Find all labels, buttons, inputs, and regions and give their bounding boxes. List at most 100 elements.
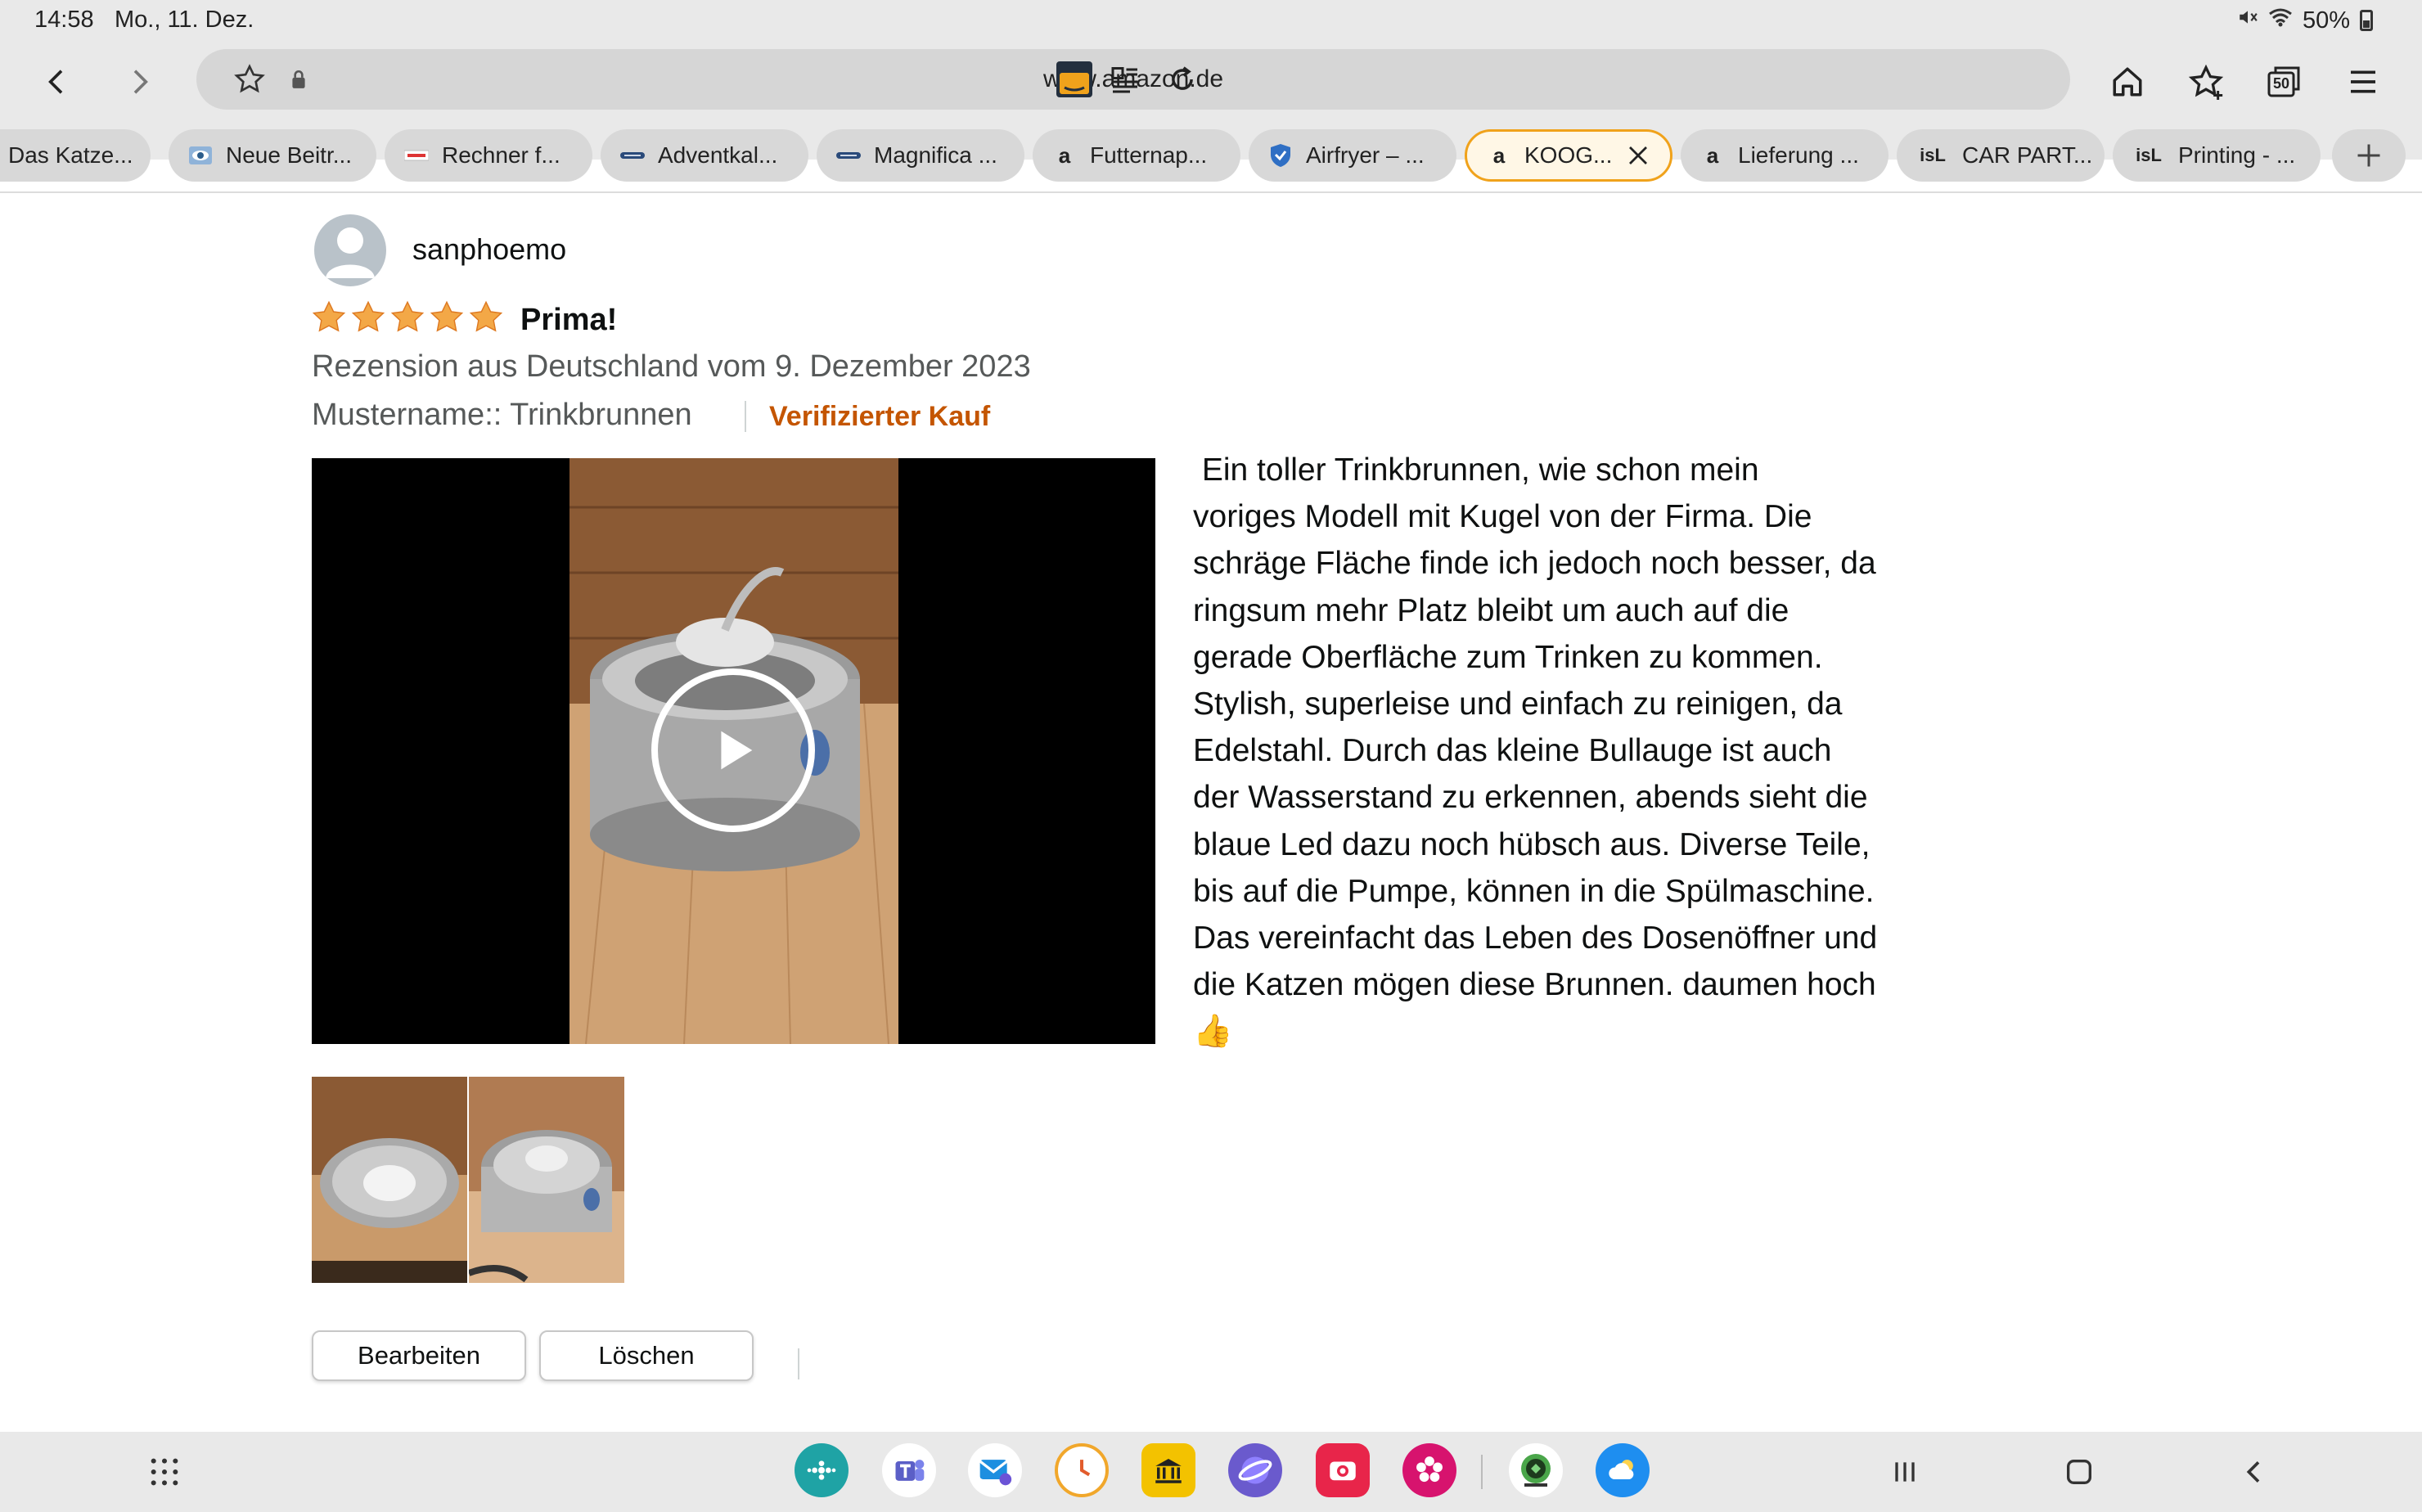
action-separator <box>798 1348 799 1379</box>
tabs-count: 50 <box>2273 75 2290 92</box>
tab-label: CAR PART... <box>1962 142 2093 168</box>
play-button[interactable] <box>651 668 815 832</box>
app-drawer-button[interactable] <box>144 1451 185 1492</box>
reviewer-name: sanphoemo <box>412 232 567 266</box>
shield-favicon-icon <box>1268 143 1293 168</box>
tab-label: Neue Beitr... <box>226 142 353 168</box>
tab-label: Rechner f... <box>442 142 560 168</box>
mute-icon <box>2237 7 2258 34</box>
fitbit-app-icon[interactable] <box>795 1443 849 1497</box>
home-button[interactable] <box>2103 57 2152 106</box>
clock-app-icon[interactable] <box>1055 1443 1109 1497</box>
battery-icon <box>2360 10 2373 31</box>
isl-favicon-icon: isL <box>1920 145 1946 165</box>
play-icon <box>721 731 753 770</box>
close-icon <box>1629 146 1647 164</box>
bank-app-icon[interactable] <box>1141 1443 1195 1497</box>
reload-icon <box>1172 66 1193 90</box>
back-button[interactable] <box>25 49 90 115</box>
home-nav-button[interactable] <box>2059 1451 2100 1492</box>
review-date: Rezension aus Deutschland vom 9. Dezembe… <box>312 349 1031 384</box>
tab-label: Magnifica ... <box>874 142 997 168</box>
tab-6[interactable]: Airfryer – ... <box>1249 129 1456 182</box>
status-date: Mo., 11. Dez. <box>115 7 254 33</box>
dash-favicon-icon <box>836 143 861 168</box>
dash-favicon-icon <box>620 143 645 168</box>
samsung-internet-app-icon[interactable] <box>1228 1443 1282 1497</box>
recent-apps-icon <box>1895 1462 1915 1482</box>
tab-0[interactable]: Das Katze... <box>0 129 151 182</box>
site-favicon-icon <box>404 143 429 168</box>
battery-level: 50% <box>2302 7 2350 34</box>
tabs-button[interactable]: 50 <box>2260 57 2309 106</box>
isl-favicon-icon: isL <box>2136 145 2162 165</box>
edit-review-button[interactable]: Bearbeiten <box>312 1330 526 1381</box>
star-filled-icon <box>390 300 425 332</box>
weather-app-icon[interactable] <box>1596 1443 1650 1497</box>
review-body-text: Ein toller Trinkbrunnen, wie schon mein … <box>1193 452 1878 1050</box>
tab-2[interactable]: Rechner f... <box>385 129 592 182</box>
delete-review-button[interactable]: Löschen <box>539 1330 754 1381</box>
amazon-favicon-icon: a <box>1706 142 1719 168</box>
tab-label: Printing - ... <box>2178 142 2296 168</box>
close-tab-button[interactable] <box>1626 143 1650 173</box>
recent-apps-button[interactable] <box>1884 1451 1925 1492</box>
eye-favicon-icon <box>188 143 213 168</box>
review-image-thumbnail-2[interactable] <box>469 1077 624 1283</box>
star-filled-icon <box>351 300 385 332</box>
forward-button[interactable] <box>106 49 172 115</box>
back-chevron-icon <box>2246 1461 2260 1483</box>
amazon-extension-icon[interactable] <box>1054 59 1095 100</box>
tab-3[interactable]: Adventkal... <box>601 129 808 182</box>
skoda-essentials-app-icon[interactable] <box>1509 1443 1563 1497</box>
tab-1[interactable]: Neue Beitr... <box>169 129 376 182</box>
new-tab-button[interactable] <box>2332 129 2406 182</box>
status-bar: 14:58 Mo., 11. Dez. 50% <box>0 0 2422 41</box>
tab-5[interactable]: a Futternap... <box>1033 129 1240 182</box>
status-indicators: 50% <box>2237 7 2373 34</box>
home-icon <box>2113 67 2142 97</box>
reader-mode-button[interactable] <box>1105 59 1146 100</box>
reader-icon <box>1111 67 1137 93</box>
review-video-player[interactable] <box>312 458 1155 1044</box>
tab-9[interactable]: isL CAR PART... <box>1897 129 2105 182</box>
tab-label: KOOG... <box>1524 142 1613 168</box>
chevron-left-icon <box>48 70 63 94</box>
variant-name: Mustername:: Trinkbrunnen <box>312 398 692 432</box>
tab-divider <box>0 191 2422 193</box>
amazon-favicon-icon: a <box>1058 142 1071 168</box>
star-rating <box>311 299 504 335</box>
verified-purchase-badge: Verifizierter Kauf <box>769 401 991 432</box>
bookmarks-button[interactable] <box>2181 57 2231 106</box>
star-filled-icon <box>312 300 346 332</box>
star-filled-icon <box>430 300 464 332</box>
gallery-app-icon[interactable] <box>1402 1443 1456 1497</box>
plus-icon <box>2357 144 2380 167</box>
tab-label: Futternap... <box>1090 142 1208 168</box>
review-image-thumbnail-1[interactable] <box>312 1077 467 1283</box>
address-bar[interactable]: www.amazon.de <box>196 49 2070 110</box>
teams-app-icon[interactable] <box>882 1443 936 1497</box>
tab-7-active[interactable]: a KOOG... <box>1465 129 1672 182</box>
tab-label: Airfryer – ... <box>1306 142 1425 168</box>
tab-10[interactable]: isL Printing - ... <box>2113 129 2321 182</box>
camera-app-icon[interactable] <box>1316 1443 1370 1497</box>
tab-4[interactable]: Magnifica ... <box>817 129 1024 182</box>
tab-8[interactable]: a Lieferung ... <box>1681 129 1889 182</box>
hamburger-menu-icon <box>2351 70 2375 93</box>
wifi-icon <box>2268 7 2293 34</box>
dock-separator <box>1481 1455 1483 1489</box>
email-app-icon[interactable] <box>968 1443 1022 1497</box>
system-navigation-bar <box>0 1432 2422 1512</box>
reload-button[interactable] <box>1162 59 1203 100</box>
avatar <box>314 214 386 286</box>
back-nav-button[interactable] <box>2234 1451 2275 1492</box>
chevron-right-icon <box>133 70 148 94</box>
review-title: Prima! <box>520 303 618 337</box>
tab-label: Lieferung ... <box>1738 142 1859 168</box>
tab-strip: Das Katze... Neue Beitr... Rechner f... … <box>0 129 2422 182</box>
meta-separator <box>745 401 746 432</box>
user-avatar-icon <box>326 227 375 278</box>
bookmarks-star-icon <box>2188 64 2224 100</box>
menu-button[interactable] <box>2339 57 2388 106</box>
